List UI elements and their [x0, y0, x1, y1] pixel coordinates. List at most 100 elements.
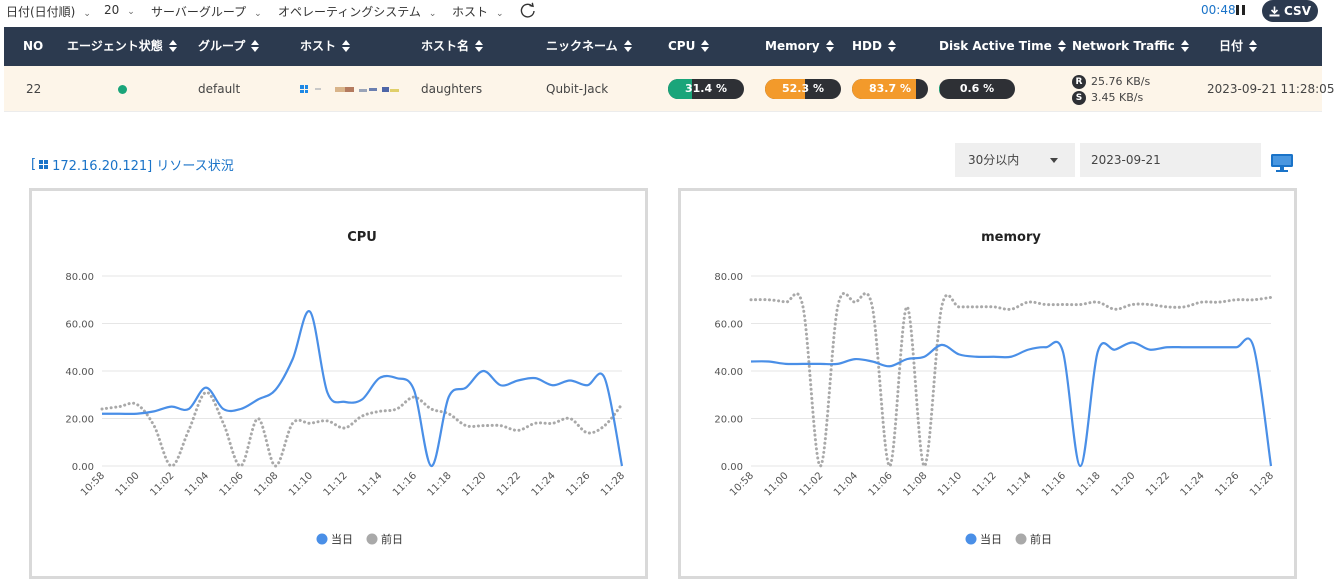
windows-icon [300, 85, 308, 93]
csv-download-button[interactable]: CSV [1262, 0, 1318, 22]
legend-marker [1015, 533, 1027, 545]
column-header-agent-status[interactable]: エージェント状態 [67, 27, 177, 66]
column-header-memory-label: Memory [765, 39, 820, 53]
caret-down-icon [1050, 158, 1058, 163]
column-header-hdd[interactable]: HDD [852, 27, 896, 66]
x-tick-label: 11:22 [495, 470, 523, 498]
legend-marker [965, 533, 977, 545]
chevron-down-icon: ⌄ [83, 9, 91, 19]
x-tick-label: 11:02 [797, 470, 825, 498]
x-tick-label: 10:58 [728, 470, 756, 498]
x-tick-label: 11:00 [763, 470, 791, 498]
date-input[interactable] [1080, 143, 1261, 177]
y-tick-label: 80.00 [714, 272, 743, 283]
x-tick-label: 11:00 [114, 470, 142, 498]
x-tick-label: 11:06 [867, 470, 895, 498]
sort-icon[interactable] [825, 39, 834, 53]
sort-icon[interactable] [1180, 39, 1189, 53]
memory-chart: memory 80.00 60.00 40.00 20.00 0.00 10:58 11:00… [678, 188, 1297, 579]
sort-icon[interactable] [251, 39, 260, 53]
time-range-select[interactable]: 30分以内 [955, 143, 1075, 177]
legend-label: 当日 [980, 532, 1002, 546]
today-series-line [101, 310, 624, 468]
previous-day-series-line [749, 291, 1273, 468]
disk-active-label: 0.6 % [959, 82, 995, 95]
pause-icon[interactable] [1236, 5, 1246, 15]
legend-label: 当日 [331, 532, 353, 546]
download-icon [1269, 6, 1280, 16]
column-header-hdd-label: HDD [852, 39, 882, 53]
sort-icon[interactable] [623, 39, 632, 53]
monitor-icon[interactable] [1270, 153, 1294, 173]
x-tick-label: 11:26 [1213, 470, 1241, 498]
csv-download-label: CSV [1284, 4, 1311, 18]
x-tick-label: 11:02 [148, 470, 176, 498]
chevron-down-icon: ⌄ [254, 9, 262, 19]
sort-icon[interactable] [1057, 39, 1066, 53]
column-header-group-label: グループ [198, 39, 246, 53]
x-tick-label: 11:28 [1248, 470, 1276, 498]
row-hostname[interactable]: daughters [421, 66, 482, 112]
memory-usage-label: 52.3 % [782, 82, 824, 95]
send-badge: S [1072, 91, 1086, 105]
column-header-group[interactable]: グループ [198, 27, 260, 66]
column-header-nickname[interactable]: ニックネーム [546, 27, 632, 66]
count-select[interactable]: 20 ⌄ [104, 3, 135, 17]
x-tick-label: 11:14 [356, 470, 384, 498]
refresh-icon[interactable] [519, 2, 537, 20]
y-tick-label: 20.00 [65, 415, 94, 426]
server-group-select[interactable]: サーバーグループ ⌄ [151, 3, 262, 20]
x-tick-label: 11:24 [530, 470, 558, 498]
legend-marker [316, 533, 328, 545]
column-header-disk-active-time-label: Disk Active Time [939, 39, 1052, 53]
chart-title: CPU [347, 230, 377, 245]
chevron-down-icon: ⌄ [496, 9, 504, 19]
column-header-disk-active-time[interactable]: Disk Active Time [939, 27, 1066, 66]
table-row[interactable]: 22 default daughters Qubit-Jack 31.4 % 5… [4, 66, 1334, 112]
resource-status-title: [ 172.16.20.121] リソース状況 [31, 155, 234, 174]
network-traffic: R 25.76 KB/s S 3.45 KB/s [1072, 74, 1150, 106]
refresh-timer: 00:48 [1201, 3, 1236, 17]
sort-icon[interactable] [168, 39, 177, 53]
x-tick-label: 11:18 [1075, 470, 1103, 498]
x-tick-label: 11:04 [832, 470, 860, 498]
x-tick-label: 11:14 [1005, 470, 1033, 498]
chevron-down-icon: ⌄ [428, 9, 437, 19]
x-tick-label: 10:58 [79, 470, 107, 498]
x-tick-label: 11:22 [1144, 470, 1172, 498]
network-receive-value: 25.76 KB/s [1091, 75, 1151, 88]
column-header-date[interactable]: 日付 [1219, 27, 1258, 66]
column-header-cpu[interactable]: CPU [668, 27, 710, 66]
y-tick-label: 0.00 [72, 462, 94, 473]
y-tick-label: 40.00 [65, 367, 94, 378]
x-tick-label: 11:08 [252, 470, 280, 498]
sort-icon[interactable] [342, 39, 351, 53]
host-select[interactable]: ホスト ⌄ [452, 3, 504, 20]
legend-label: 前日 [1030, 532, 1052, 546]
x-tick-label: 11:26 [564, 470, 592, 498]
disk-active-bar: 0.6 % [939, 79, 1015, 99]
column-header-hostname[interactable]: ホスト名 [421, 27, 484, 66]
x-tick-label: 11:20 [460, 470, 488, 498]
os-select-label: オペレーティングシステム [278, 5, 421, 19]
y-tick-label: 60.00 [65, 320, 94, 331]
y-tick-label: 40.00 [714, 367, 743, 378]
column-header-no: NO [23, 39, 44, 53]
sort-icon[interactable] [475, 39, 484, 53]
column-header-memory[interactable]: Memory [765, 27, 834, 66]
sort-select-label: 日付(日付順) [6, 5, 76, 19]
host-select-label: ホスト [452, 5, 489, 19]
os-select[interactable]: オペレーティングシステム ⌄ [278, 3, 436, 20]
column-header-network-traffic[interactable]: Network Traffic [1072, 27, 1189, 66]
receive-badge: R [1072, 75, 1086, 89]
cpu-chart: CPU 80.00 60.00 40.00 20.00 0.00 10:58 11:00 11:… [29, 188, 648, 579]
cpu-usage-label: 31.4 % [685, 82, 727, 95]
sort-select[interactable]: 日付(日付順) ⌄ [6, 3, 91, 20]
column-header-host[interactable]: ホスト [300, 27, 351, 66]
sort-icon[interactable] [1249, 39, 1258, 53]
sort-icon[interactable] [887, 39, 896, 53]
sort-icon[interactable] [701, 39, 710, 53]
x-tick-label: 11:16 [391, 470, 419, 498]
x-tick-label: 11:24 [1179, 470, 1207, 498]
network-receive: R 25.76 KB/s [1072, 74, 1150, 90]
